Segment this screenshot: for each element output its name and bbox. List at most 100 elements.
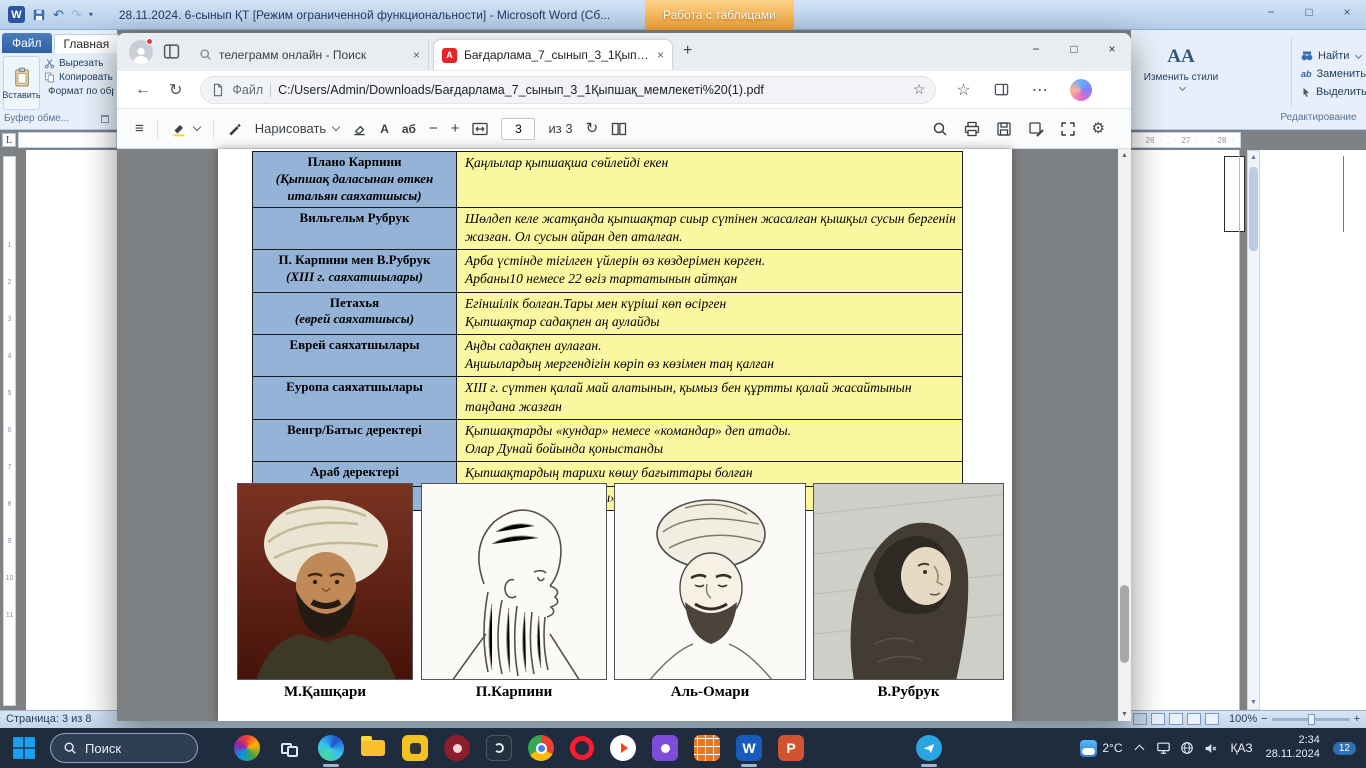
word-taskbar-icon[interactable]: W [736,735,762,761]
replace-button[interactable]: ab Заменить [1301,68,1366,80]
zoom-slider-thumb[interactable] [1308,714,1315,725]
opera-icon[interactable] [570,736,594,760]
tab-home[interactable]: Главная [54,34,120,53]
tab-close-icon[interactable]: × [413,48,420,62]
sidebar-icon[interactable] [993,82,1010,97]
fit-width-icon[interactable] [472,122,488,136]
pdf-vertical-scrollbar[interactable]: ▲ ▼ [1118,149,1131,721]
favorite-star-icon[interactable]: ☆ [913,81,926,98]
pdf-scrollbar-thumb[interactable] [1120,585,1129,663]
notification-count-badge[interactable]: 12 [1333,742,1356,755]
fullscreen-icon[interactable] [1060,121,1076,137]
draw-label[interactable]: Нарисовать [255,121,326,136]
view-web-button[interactable] [1169,713,1183,725]
highlighter-icon[interactable] [171,121,187,137]
copilot-icon[interactable] [1070,79,1092,101]
edge-taskbar-icon[interactable] [318,735,344,761]
display-icon[interactable] [1156,741,1171,755]
contextual-tab-table-tools[interactable]: Работа с таблицами [645,0,794,30]
view-fullscreen-button[interactable] [1151,713,1165,725]
add-text-icon[interactable]: А [380,122,389,136]
new-tab-button[interactable]: + [683,42,692,60]
word-app-icon[interactable]: W [8,6,25,23]
yandex-browser-icon[interactable] [610,735,636,761]
zoom-in-icon[interactable]: + [451,121,460,136]
draw-pen-icon[interactable] [227,121,242,136]
page-indicator[interactable]: Страница: 3 из 8 [6,713,92,725]
format-painter-button[interactable]: Формат по образцу [44,86,114,97]
eraser-icon[interactable] [352,121,367,136]
app-orange-grid-icon[interactable] [694,735,720,761]
network-icon[interactable] [1180,741,1194,755]
scroll-down-icon[interactable]: ▼ [1118,708,1131,721]
zoom-out-icon[interactable]: − [429,121,438,136]
volume-icon[interactable] [1203,742,1218,755]
app-purple-icon[interactable] [652,735,678,761]
start-button[interactable] [12,736,36,760]
back-icon[interactable]: ← [135,81,151,99]
scroll-up-icon[interactable]: ▲ [1248,151,1259,164]
zoom-slider[interactable] [1272,718,1350,721]
undo-icon[interactable]: ↶ [53,8,64,21]
more-icon[interactable]: ⋯ [1032,80,1048,100]
cut-button[interactable]: Вырезать [44,58,114,69]
edge-minimize-button[interactable]: − [1017,33,1055,65]
telegram-icon[interactable] [916,735,942,761]
vertical-tabs-icon[interactable] [163,43,180,60]
tab-close-icon[interactable]: × [657,48,664,62]
change-styles-button[interactable]: АА Изменить стили [1143,46,1219,95]
word-vertical-scrollbar[interactable]: ▲ ▼ [1247,150,1260,710]
view-print-layout-button[interactable] [1133,713,1147,725]
read-aloud-icon[interactable]: аб [402,122,416,136]
select-button[interactable]: Выделить [1301,86,1366,98]
chrome-icon[interactable] [528,735,554,761]
tray-overflow-icon[interactable] [1134,745,1144,755]
view-draft-button[interactable] [1205,713,1219,725]
find-button[interactable]: Найти [1301,50,1366,62]
word-minimize-button[interactable]: − [1260,5,1282,19]
edge-close-button[interactable]: × [1093,33,1131,65]
scroll-down-icon[interactable]: ▼ [1248,696,1259,709]
copy-button[interactable]: Копировать [44,72,114,83]
word-close-button[interactable]: × [1336,5,1358,19]
clock[interactable]: 2:34 28.11.2024 [1266,734,1320,762]
edge-maximize-button[interactable]: □ [1055,33,1093,65]
page-view-icon[interactable] [611,122,627,136]
file-explorer-icon[interactable] [360,735,386,761]
rotate-icon[interactable]: ↻ [586,121,599,136]
word-maximize-button[interactable]: □ [1298,5,1320,19]
clipboard-dialog-launcher[interactable] [101,115,109,123]
view-outline-button[interactable] [1187,713,1201,725]
app-red-icon[interactable] [444,735,470,761]
zoom-level[interactable]: 100% [1229,713,1257,725]
task-view-icon[interactable] [276,735,302,761]
app-yellow-icon[interactable] [402,735,428,761]
taskbar-search[interactable]: Поиск [50,733,198,763]
zoom-out-button[interactable]: − [1261,713,1267,725]
browser-tab-pdf-active[interactable]: A Бағдарлама_7_сынып_3_1Қыпша × [433,39,673,70]
print-icon[interactable] [964,121,980,137]
toc-menu-icon[interactable]: ≡ [135,121,144,136]
refresh-icon[interactable]: ↻ [169,80,182,100]
paste-button[interactable]: Вставить [3,56,40,110]
widgets-sphere-icon[interactable] [234,735,260,761]
save-as-icon[interactable] [1028,121,1044,137]
powerpoint-taskbar-icon[interactable]: P [778,735,804,761]
save-icon[interactable] [996,121,1012,137]
qat-dropdown-icon[interactable]: ▾ [89,10,93,19]
tab-stop-selector[interactable]: L [2,133,16,147]
chevron-down-icon[interactable] [332,123,340,131]
word-scrollbar-thumb[interactable] [1249,167,1258,251]
settings-gear-icon[interactable]: ⚙ [1092,121,1105,136]
app-dark-icon[interactable] [486,735,512,761]
chevron-down-icon[interactable] [193,123,201,131]
language-indicator[interactable]: ҚАЗ [1231,741,1253,755]
address-url[interactable]: C:/Users/Admin/Downloads/Бағдарлама_7_сы… [278,83,906,97]
favorites-icon[interactable]: ☆ [956,80,970,100]
browser-tab-search[interactable]: телеграмм онлайн - Поиск × [191,39,429,70]
zoom-in-button[interactable]: + [1354,713,1360,725]
tab-file[interactable]: Файл [2,33,52,53]
weather-widget[interactable]: 2°C [1080,740,1122,757]
address-bar[interactable]: Файл C:/Users/Admin/Downloads/Бағдарлама… [200,76,936,104]
scroll-up-icon[interactable]: ▲ [1118,149,1131,162]
